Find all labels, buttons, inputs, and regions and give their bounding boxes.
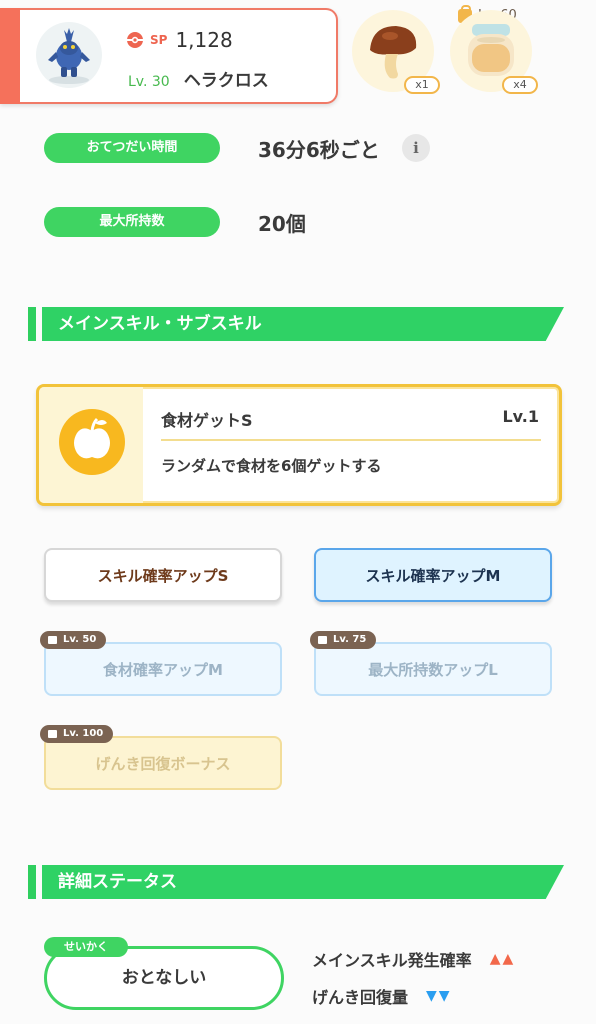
sub-skill-5[interactable]: げんき回復ボーナス [44, 736, 282, 790]
nature-effect-up: メインスキル発生確率 ▲▲ [312, 947, 515, 971]
sub-skill-2[interactable]: スキル確率アップM [314, 548, 552, 602]
lock-tag-text: Lv. 50 [63, 634, 97, 645]
section-title: 詳細ステータス [58, 872, 177, 892]
sp-label: SP [150, 33, 168, 47]
divider [161, 439, 541, 441]
lock-tag-text: Lv. 75 [333, 634, 367, 645]
level-row: Lv. 30 ヘラクロス [128, 66, 269, 91]
item-slot-mushroom[interactable]: x1 [352, 10, 440, 94]
section-bar [28, 307, 36, 341]
lock-icon [48, 730, 57, 738]
card-accent [0, 8, 20, 104]
main-skill-level: Lv.1 [502, 407, 539, 426]
section-bar [28, 865, 36, 899]
help-time-label: おてつだい時間 [44, 133, 220, 163]
apple-icon [74, 417, 110, 459]
skill-icon-panel [39, 387, 143, 503]
max-carry-label: 最大所持数 [44, 207, 220, 237]
main-skill-description: ランダムで食材を6個ゲットする [161, 457, 382, 475]
sub-skill-lock-tag: Lv. 50 [40, 631, 107, 649]
main-skill-name: 食材ゲットS [161, 411, 253, 430]
section-header-skills: メインスキル・サブスキル [28, 307, 564, 341]
effect-label: メインスキル発生確率 [312, 951, 472, 970]
lock-icon [318, 636, 327, 644]
section-title: メインスキル・サブスキル [58, 314, 262, 334]
sub-skill-lock-tag: Lv. 75 [310, 631, 377, 649]
item-slot-honey[interactable]: x4 [450, 10, 538, 94]
pokemon-detail-screen: SP 1,128 Lv. 30 ヘラクロス x1 Lv. 60 x4 おてつだい… [0, 0, 596, 1024]
pokemon-name: ヘラクロス [183, 71, 269, 91]
up-arrows-icon: ▲▲ [489, 951, 516, 967]
nature-effect-down: げんき回復量 ▼▼ [312, 984, 452, 1008]
sub-skill-lock-tag: Lv. 100 [40, 725, 114, 743]
heracross-icon [48, 28, 90, 84]
section-header-details: 詳細ステータス [28, 865, 564, 899]
sp-value: 1,128 [175, 28, 233, 52]
skill-icon-circle [59, 409, 125, 475]
pokemon-avatar [36, 22, 102, 88]
sub-skill-3[interactable]: 食材確率アップM [44, 642, 282, 696]
sub-skill-4[interactable]: 最大所持数アップL [314, 642, 552, 696]
help-time-value: 36分6秒ごと [258, 138, 380, 162]
main-skill-card[interactable]: 食材ゲットS Lv.1 ランダムで食材を6個ゲットする [36, 384, 562, 506]
lock-tag-text: Lv. 100 [63, 728, 104, 739]
info-icon[interactable]: i [402, 134, 430, 162]
down-arrows-icon: ▼▼ [426, 988, 452, 1004]
sub-skill-1[interactable]: スキル確率アップS [44, 548, 282, 602]
pokeball-icon [127, 32, 143, 48]
effect-label: げんき回復量 [312, 988, 409, 1007]
max-carry-value: 20個 [258, 212, 306, 236]
nature-tag: せいかく [44, 937, 128, 957]
sp-row: SP 1,128 [126, 28, 233, 52]
pokemon-level: Lv. 30 [128, 74, 170, 90]
lock-icon [48, 636, 57, 644]
item-quantity: x1 [404, 76, 440, 94]
pokemon-card[interactable]: SP 1,128 Lv. 30 ヘラクロス [0, 8, 338, 104]
item-quantity: x4 [502, 76, 538, 94]
